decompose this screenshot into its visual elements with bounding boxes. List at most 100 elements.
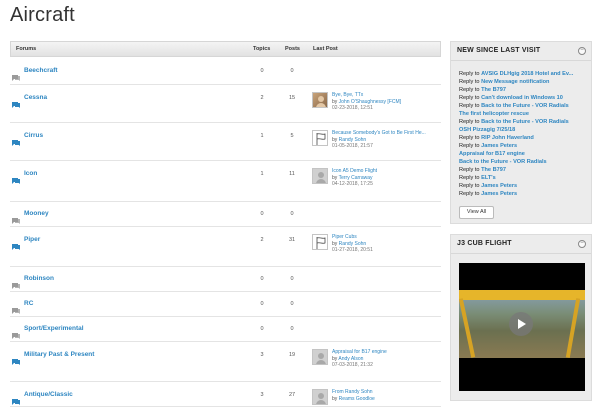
forum-link[interactable]: Icon xyxy=(24,170,37,177)
last-post-title[interactable]: Bye, Bye, TTx xyxy=(332,92,456,99)
new-since-item: Appraisal for B17 engine xyxy=(459,150,587,158)
avatar[interactable] xyxy=(312,349,328,365)
reply-to-label: Reply to xyxy=(459,167,480,173)
forum-link[interactable]: Military Past & Present xyxy=(24,351,94,358)
last-post-author[interactable]: Terry Carraway xyxy=(339,175,373,181)
avatar[interactable] xyxy=(312,168,328,184)
collapse-icon[interactable]: − xyxy=(578,240,586,248)
header-last-post: Last Post xyxy=(313,46,338,52)
collapse-icon[interactable]: − xyxy=(578,47,586,55)
video-thumbnail xyxy=(459,290,585,358)
forum-link[interactable]: Piper xyxy=(24,236,40,243)
forum-link[interactable]: RC xyxy=(24,300,33,307)
forum-row[interactable]: Piper 2 31 Piper Cubs by Randy Sohn 01-27-201… xyxy=(10,227,441,267)
forum-row[interactable]: RC 0 0 xyxy=(10,292,441,317)
new-since-link[interactable]: James Peters xyxy=(481,143,517,149)
video-panel: J3 CUB FLIGHT − xyxy=(450,234,592,401)
forum-row[interactable]: Cirrus 1 5 Because Somebody's Got to Be Fir… xyxy=(10,123,441,161)
forum-table-header: Forums Topics Posts Last Post xyxy=(10,41,441,57)
forum-table: Forums Topics Posts Last Post Beechcraft… xyxy=(10,41,441,407)
forum-row[interactable]: Military Past & Present 3 19 Appraisal for … xyxy=(10,342,441,382)
new-since-item: Reply to The B797 xyxy=(459,86,587,94)
new-since-link[interactable]: RIP John Haverland xyxy=(481,135,534,141)
new-since-item: Reply to James Peters xyxy=(459,142,587,150)
topic-count: 0 xyxy=(260,211,264,217)
last-post-author[interactable]: John O'Shaughnessy [FCM] xyxy=(339,99,401,105)
new-since-item: Reply to Back to the Future - VOR Radial… xyxy=(459,102,587,110)
new-since-link[interactable]: New Message notification xyxy=(481,79,549,85)
last-post-title[interactable]: Appraisal for B17 engine xyxy=(332,349,456,356)
last-post-author[interactable]: Randy Sohn xyxy=(339,241,367,247)
new-since-link[interactable]: The B797 xyxy=(481,167,506,173)
forum-row[interactable]: Sport/Experimental 0 0 xyxy=(10,317,441,342)
new-since-item: Reply to ELT's xyxy=(459,174,587,182)
reply-to-label: Reply to xyxy=(459,175,480,181)
last-post-text: Icon A5 Demo Flight by Terry Carraway 04-1… xyxy=(332,168,456,188)
new-since-link[interactable]: Back to the Future - VOR Radials xyxy=(481,103,569,109)
last-post-date: 01-05-2018, 21:57 xyxy=(332,143,373,150)
new-since-link[interactable]: The B797 xyxy=(481,87,506,93)
forum-icon xyxy=(12,68,20,81)
view-all-button[interactable]: View All xyxy=(459,206,494,219)
last-post-author[interactable]: Andy Alson xyxy=(338,356,363,362)
reply-to-label: Reply to xyxy=(459,103,480,109)
new-since-header: NEW SINCE LAST VISIT − xyxy=(451,42,591,61)
topic-count: 0 xyxy=(260,326,264,332)
forum-icon xyxy=(12,276,20,289)
new-since-link[interactable]: James Peters xyxy=(481,191,517,197)
wing xyxy=(459,290,585,300)
last-post-title[interactable]: Piper Cubs xyxy=(332,234,456,241)
new-since-link[interactable]: The first helicopter rescue xyxy=(459,111,529,117)
forum-new-posts-icon xyxy=(12,171,20,184)
post-count: 0 xyxy=(290,301,294,307)
topic-count: 1 xyxy=(260,133,264,139)
post-count: 27 xyxy=(288,392,296,398)
last-post-title[interactable]: Because Somebody's Got to Be First He... xyxy=(332,130,456,137)
reply-to-label: Reply to xyxy=(459,143,480,149)
topic-count: 0 xyxy=(260,276,264,282)
post-count: 0 xyxy=(290,326,294,332)
new-since-link[interactable]: Back to the Future - VOR Radials xyxy=(459,159,547,165)
forum-row[interactable]: Antique/Classic 3 27 From Randy Sohn by Ream… xyxy=(10,382,441,407)
forum-row[interactable]: Robinson 0 0 xyxy=(10,267,441,292)
new-since-link[interactable]: Can't download in Windows 10 xyxy=(481,95,563,101)
play-icon[interactable] xyxy=(509,312,533,336)
avatar[interactable] xyxy=(312,92,328,108)
new-since-item: Reply to Can't download in Windows 10 xyxy=(459,94,587,102)
last-post-author[interactable]: Randy Sohn xyxy=(339,137,367,143)
new-since-item: OSH Pizzagig 7/25/18 xyxy=(459,126,587,134)
topic-count: 3 xyxy=(260,392,264,398)
new-since-item: Reply to Back to the Future - VOR Radial… xyxy=(459,118,587,126)
forum-link[interactable]: Antique/Classic xyxy=(24,391,73,398)
avatar[interactable] xyxy=(312,389,328,405)
video-player[interactable] xyxy=(459,263,585,391)
forum-row[interactable]: Cessna 2 15 Bye, Bye, TTx by John O'Shaughne… xyxy=(10,85,441,123)
forum-link[interactable]: Sport/Experimental xyxy=(24,325,84,332)
reply-to-label: Reply to xyxy=(459,119,480,125)
new-since-link[interactable]: AVSIG DLHgig 2018 Hotel and Ev... xyxy=(481,71,573,77)
video-title: J3 CUB FLIGHT xyxy=(457,240,512,247)
new-since-link[interactable]: Back to the Future - VOR Radials xyxy=(481,119,569,125)
new-since-link[interactable]: OSH Pizzagig 7/25/18 xyxy=(459,127,515,133)
forum-link[interactable]: Cessna xyxy=(24,94,47,101)
new-since-item: Reply to James Peters xyxy=(459,182,587,190)
last-post-title[interactable]: Icon A5 Demo Flight xyxy=(332,168,456,175)
forum-link[interactable]: Robinson xyxy=(24,275,54,282)
avatar[interactable] xyxy=(312,234,328,250)
header-topics: Topics xyxy=(253,46,271,52)
forum-link[interactable]: Mooney xyxy=(24,210,49,217)
post-count: 0 xyxy=(290,211,294,217)
forum-row[interactable]: Icon 1 11 Icon A5 Demo Flight by Terry Carra… xyxy=(10,161,441,202)
post-count: 31 xyxy=(288,237,296,243)
last-post-by-label: by xyxy=(332,98,338,105)
forum-link[interactable]: Beechcraft xyxy=(24,67,58,74)
new-since-list: Reply to AVSIG DLHgig 2018 Hotel and Ev.… xyxy=(459,70,587,198)
forum-row[interactable]: Mooney 0 0 xyxy=(10,202,441,227)
new-since-link[interactable]: ELT's xyxy=(481,175,496,181)
avatar[interactable] xyxy=(312,130,328,146)
last-post-title[interactable]: From Randy Sohn xyxy=(332,389,456,396)
forum-row[interactable]: Beechcraft 0 0 xyxy=(10,57,441,85)
forum-link[interactable]: Cirrus xyxy=(24,132,43,139)
new-since-link[interactable]: James Peters xyxy=(481,183,517,189)
new-since-link[interactable]: Appraisal for B17 engine xyxy=(459,151,525,157)
